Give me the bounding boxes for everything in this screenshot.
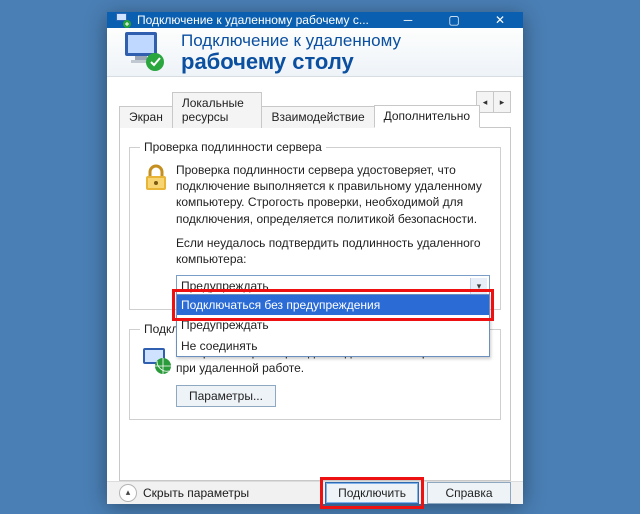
dialog-header: Подключение к удаленному рабочему столу — [107, 28, 523, 77]
rdp-header-icon — [121, 28, 169, 76]
maximize-button[interactable]: ▢ — [431, 12, 477, 28]
tab-local-resources[interactable]: Локальные ресурсы — [172, 92, 263, 128]
tab-panel-advanced: Проверка подлинности сервера Проверка по… — [119, 128, 511, 481]
hide-options-label: Скрыть параметры — [143, 486, 249, 500]
server-auth-description: Проверка подлинности сервера удостоверяе… — [176, 162, 490, 227]
globe-monitor-icon — [140, 344, 176, 406]
dialog-footer: ▴ Скрыть параметры Подключить Справка — [107, 481, 523, 504]
tab-strip: Экран Локальные ресурсы Взаимодействие Д… — [119, 91, 511, 128]
window-controls: ─ ▢ ✕ — [385, 12, 523, 28]
tab-advanced[interactable]: Дополнительно — [374, 105, 480, 128]
option-do-not-connect[interactable]: Не соединять — [177, 336, 489, 356]
header-line2: рабочему столу — [181, 50, 401, 73]
help-button[interactable]: Справка — [427, 482, 511, 504]
combobox-value: Предупреждать — [181, 278, 269, 294]
window-title: Подключение к удаленному рабочему с... — [137, 13, 385, 27]
app-icon — [115, 12, 131, 28]
titlebar: Подключение к удаленному рабочему с... ─… — [107, 12, 523, 28]
rdp-dialog-window: Подключение к удаленному рабочему с... ─… — [107, 12, 523, 502]
lock-icon — [140, 162, 176, 297]
connect-button[interactable]: Подключить — [325, 482, 419, 504]
header-line1: Подключение к удаленному — [181, 31, 401, 51]
option-warn[interactable]: Предупреждать — [177, 315, 489, 335]
gateway-settings-button[interactable]: Параметры... — [176, 385, 276, 407]
chevron-up-icon: ▴ — [119, 484, 137, 502]
minimize-button[interactable]: ─ — [385, 12, 431, 28]
option-connect-no-warn[interactable]: Подключаться без предупреждения — [177, 295, 489, 315]
group-server-auth-legend: Проверка подлинности сервера — [140, 140, 326, 154]
tab-experience[interactable]: Взаимодействие — [261, 106, 374, 128]
server-auth-prompt: Если неудалось подтвердить подлинность у… — [176, 235, 490, 267]
auth-failure-action-dropdown: Подключаться без предупреждения Предупре… — [176, 294, 490, 357]
group-server-auth: Проверка подлинности сервера Проверка по… — [129, 140, 501, 310]
dialog-header-text: Подключение к удаленному рабочему столу — [181, 31, 401, 74]
tab-scroll-right[interactable]: ▸ — [493, 91, 511, 113]
dialog-body: Экран Локальные ресурсы Взаимодействие Д… — [107, 77, 523, 481]
tab-display[interactable]: Экран — [119, 106, 173, 128]
tab-scroll: ◂ ▸ — [477, 91, 511, 111]
close-button[interactable]: ✕ — [477, 12, 523, 28]
hide-options-toggle[interactable]: ▴ Скрыть параметры — [119, 484, 249, 502]
chevron-down-icon: ▾ — [470, 278, 487, 294]
